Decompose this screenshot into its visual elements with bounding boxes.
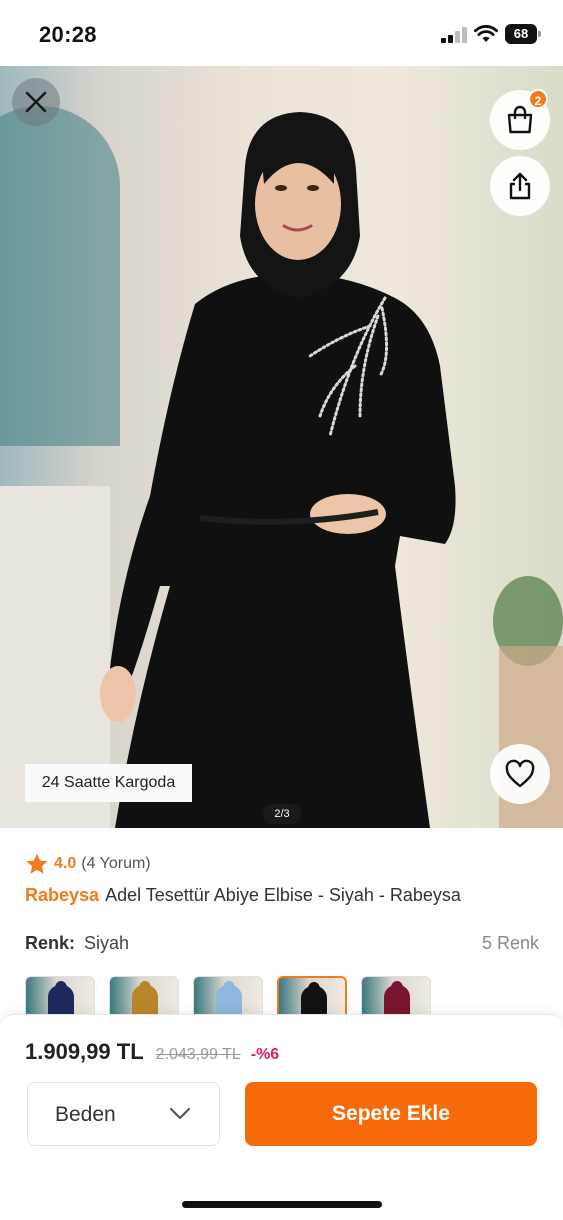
chevron-down-icon bbox=[169, 1107, 191, 1120]
home-indicator[interactable] bbox=[182, 1201, 382, 1208]
cellular-signal-icon bbox=[441, 27, 469, 43]
color-label: Renk: bbox=[25, 933, 76, 953]
old-price: 2.043,99 TL bbox=[155, 1046, 241, 1063]
product-image-gallery[interactable]: 2 24 Saatte Kargoda 2/3 bbox=[0, 66, 563, 828]
favorite-button[interactable] bbox=[490, 744, 550, 804]
heart-icon bbox=[505, 759, 535, 788]
discount-badge: -%6 bbox=[250, 1046, 280, 1063]
product-photo bbox=[100, 112, 456, 828]
size-select[interactable]: Beden bbox=[27, 1082, 220, 1146]
star-icon bbox=[26, 853, 48, 874]
price-row: 1.909,99 TL 2.043,99 TL -%6 bbox=[25, 1039, 279, 1067]
shipping-badge: 24 Saatte Kargoda bbox=[25, 764, 192, 802]
product-name: Adel Tesettür Abiye Elbise - Siyah - Rab… bbox=[105, 885, 461, 905]
product-title: Rabeysa Adel Tesettür Abiye Elbise - Siya… bbox=[25, 882, 461, 908]
swatch-model-head bbox=[308, 982, 320, 996]
review-count-link[interactable]: (4 Yorum) bbox=[81, 855, 150, 873]
shopping-bag-icon bbox=[507, 105, 533, 134]
rating-row[interactable]: 4.0 (4 Yorum) bbox=[25, 851, 151, 877]
status-time: 20:28 bbox=[39, 22, 97, 47]
swatch-model-head bbox=[55, 981, 67, 995]
cart-button[interactable]: 2 bbox=[490, 89, 550, 150]
close-icon bbox=[25, 91, 47, 113]
status-bar: 20:28 68 bbox=[0, 0, 563, 66]
rating-value: 4.0 bbox=[54, 855, 77, 872]
cart-count-badge: 2 bbox=[528, 89, 548, 109]
add-to-cart-button[interactable]: Sepete Ekle bbox=[245, 1082, 537, 1146]
swatch-model-head bbox=[139, 981, 151, 995]
purchase-bar: 1.909,99 TL 2.043,99 TL -%6 Beden Sepete… bbox=[0, 1014, 563, 1220]
share-button[interactable] bbox=[490, 156, 550, 216]
battery-icon: 68 bbox=[505, 24, 541, 44]
size-label: Beden bbox=[55, 1103, 116, 1126]
color-value: Siyah bbox=[84, 933, 130, 953]
brand-link[interactable]: Rabeysa bbox=[25, 885, 99, 905]
wifi-icon bbox=[474, 25, 498, 42]
image-counter: 2/3 bbox=[263, 804, 301, 824]
current-price: 1.909,99 TL bbox=[25, 1039, 144, 1064]
color-count-link[interactable]: 5 Renk bbox=[482, 933, 539, 954]
battery-level: 68 bbox=[505, 24, 537, 44]
swatch-model-head bbox=[223, 981, 235, 995]
share-icon bbox=[509, 172, 531, 200]
color-row: Renk: Siyah 5 Renk bbox=[25, 933, 539, 959]
close-button[interactable] bbox=[12, 78, 60, 126]
swatch-model-head bbox=[391, 981, 403, 995]
